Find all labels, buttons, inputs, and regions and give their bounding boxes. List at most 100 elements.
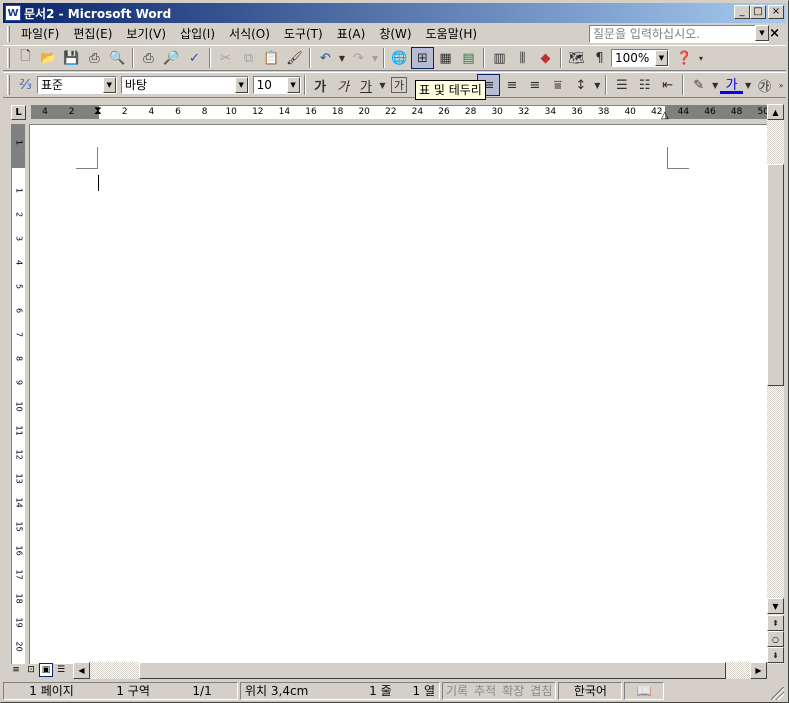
toolbar-options-icon[interactable]: ▾ — [696, 47, 706, 69]
character-border-button[interactable]: 가 — [390, 77, 408, 93]
web-layout-view-icon[interactable]: ⊡ — [24, 663, 38, 677]
status-track-changes[interactable]: 추적 — [471, 683, 499, 701]
italic-button[interactable]: 가 — [332, 74, 355, 96]
underline-dropdown-icon[interactable]: ▼ — [378, 74, 388, 96]
next-page-button[interactable]: ⇟ — [767, 647, 784, 663]
close-document-button[interactable]: × — [769, 26, 780, 41]
resize-grip-icon[interactable] — [771, 687, 784, 700]
bullets-icon[interactable]: ☷ — [633, 74, 656, 96]
scroll-up-button[interactable]: ▲ — [767, 104, 784, 120]
style-select[interactable]: 표준 ▼ — [36, 76, 117, 94]
document-map-icon[interactable]: 🗺 — [565, 47, 588, 69]
font-dropdown-icon[interactable]: ▼ — [234, 77, 248, 93]
paste-icon[interactable]: 📋 — [260, 47, 283, 69]
zoom-dropdown-icon[interactable]: ▼ — [655, 50, 668, 66]
vertical-ruler[interactable]: 1 1 2 3 4 5 6 7 8 9 10 11 12 13 14 15 16 17 18 19 20 — [11, 124, 25, 664]
horizontal-scroll-thumb[interactable] — [139, 662, 726, 679]
style-dropdown-icon[interactable]: ▼ — [102, 77, 116, 93]
font-size-dropdown-icon[interactable]: ▼ — [286, 77, 300, 93]
new-document-icon[interactable]: 🗋 — [14, 47, 37, 69]
columns-icon[interactable]: ▥ — [488, 47, 511, 69]
status-extend[interactable]: 확장 — [499, 683, 527, 701]
status-language[interactable]: 한국어 — [558, 682, 623, 700]
font-select[interactable]: 바탕 ▼ — [120, 76, 249, 94]
select-browse-object-button[interactable]: ○ — [767, 631, 784, 647]
permission-icon[interactable]: ⎙ — [83, 47, 106, 69]
decrease-indent-icon[interactable]: ⇤ — [656, 74, 679, 96]
highlight-dropdown-icon[interactable]: ▼ — [710, 74, 720, 96]
formatting-toolbar-grip[interactable] — [7, 75, 10, 95]
insert-excel-icon[interactable]: ▤ — [457, 47, 480, 69]
menu-window[interactable]: 창(W) — [372, 25, 418, 43]
menu-tools[interactable]: 도구(T) — [277, 25, 330, 43]
previous-page-button[interactable]: ⇞ — [767, 615, 784, 631]
menu-format[interactable]: 서식(O) — [222, 25, 277, 43]
print-layout-view-icon[interactable]: ▣ — [39, 663, 53, 677]
menu-edit[interactable]: 편집(E) — [66, 25, 119, 43]
print-icon[interactable]: ⎙ — [137, 47, 160, 69]
underline-button[interactable]: 가 — [355, 74, 378, 96]
vertical-scrollbar[interactable]: ▲ ▼ ⇞ ○ ⇟ — [767, 104, 784, 664]
status-record-macro[interactable]: 기록 — [443, 683, 471, 701]
toolbar-overflow-icon[interactable]: » — [776, 74, 786, 96]
tab-selector[interactable]: L — [11, 105, 26, 120]
styles-and-formatting-icon[interactable]: ⅔ — [14, 74, 37, 96]
scroll-right-button[interactable]: ▶ — [750, 662, 767, 679]
print-preview-alt-icon[interactable]: 🔍 — [106, 47, 129, 69]
status-overtype[interactable]: 겹침 — [527, 683, 555, 701]
font-size-select[interactable]: 10 ▼ — [252, 76, 301, 94]
redo-dropdown-icon[interactable]: ▼ — [370, 47, 380, 69]
menubar-grip[interactable] — [7, 26, 10, 42]
undo-icon[interactable]: ↶ — [314, 47, 337, 69]
align-center-icon[interactable]: ≡ — [500, 74, 523, 96]
cut-icon[interactable]: ✂ — [214, 47, 237, 69]
menu-view[interactable]: 보기(V) — [119, 25, 173, 43]
outline-view-icon[interactable]: ☰ — [54, 663, 68, 677]
bold-button[interactable]: 가 — [309, 74, 332, 96]
spelling-status-icon[interactable]: 📖 — [624, 682, 665, 700]
font-color-button[interactable]: 가 — [720, 76, 744, 94]
standard-toolbar-grip[interactable] — [7, 48, 10, 68]
highlight-icon[interactable]: ✎ — [687, 74, 710, 96]
horizontal-ruler[interactable]: ⧗ △ 4 2 2 4 6 8 10 12 14 16 18 20 22 24 26 28 30 32 34 36 38… — [31, 104, 769, 121]
format-painter-icon[interactable]: 🖌 — [283, 47, 306, 69]
title-bar[interactable]: W 문서2 - Microsoft Word _ □ × — [3, 3, 786, 23]
zoom-select[interactable]: 100% ▼ — [611, 49, 669, 67]
indent-markers-icon[interactable]: ⧗ — [94, 104, 102, 118]
align-right-icon[interactable]: ≡ — [523, 74, 546, 96]
ask-question-input[interactable]: 질문을 입력하십시오. — [589, 25, 769, 43]
distributed-icon[interactable]: ⩸ — [546, 74, 569, 96]
open-icon[interactable]: 📂 — [37, 47, 60, 69]
enclosed-character-icon[interactable]: ㉮ — [753, 74, 776, 96]
document-page[interactable] — [29, 124, 767, 664]
help-icon[interactable]: ❓ — [673, 47, 696, 69]
scroll-left-button[interactable]: ◀ — [73, 662, 90, 679]
print-preview-icon[interactable]: 🔎 — [160, 47, 183, 69]
insert-table-icon[interactable]: ▦ — [434, 47, 457, 69]
menu-file[interactable]: 파일(F) — [14, 25, 66, 43]
numbering-icon[interactable]: ☰ — [610, 74, 633, 96]
status-position-area[interactable]: 위치 3,4cm 1 줄 1 열 — [240, 682, 440, 700]
status-page-section[interactable]: 1 페이지 1 구역 1/1 — [3, 682, 238, 700]
drawing-shapes-icon[interactable]: ◆ — [534, 47, 557, 69]
minimize-button[interactable]: _ — [734, 5, 750, 19]
spelling-icon[interactable]: ✓ — [183, 47, 206, 69]
word-app-icon[interactable]: W — [5, 5, 21, 21]
menu-table[interactable]: 표(A) — [330, 25, 373, 43]
horizontal-scrollbar[interactable]: ◀ ▶ — [73, 662, 767, 679]
line-spacing-dropdown-icon[interactable]: ▼ — [592, 74, 602, 96]
copy-icon[interactable]: ⧉ — [237, 47, 260, 69]
close-button[interactable]: × — [768, 5, 784, 19]
scroll-down-button[interactable]: ▼ — [767, 598, 784, 614]
font-color-dropdown-icon[interactable]: ▼ — [743, 74, 753, 96]
save-icon[interactable]: 💾 — [60, 47, 83, 69]
drawing-icon[interactable]: ⫼ — [511, 47, 534, 69]
redo-icon[interactable]: ↷ — [347, 47, 370, 69]
vertical-scroll-thumb[interactable] — [767, 164, 784, 386]
undo-dropdown-icon[interactable]: ▼ — [337, 47, 347, 69]
menu-help[interactable]: 도움말(H) — [419, 25, 485, 43]
show-hide-icon[interactable]: ¶ — [588, 47, 611, 69]
normal-view-icon[interactable]: ≡ — [9, 663, 23, 677]
line-spacing-icon[interactable]: ↕ — [569, 74, 592, 96]
menu-insert[interactable]: 삽입(I) — [173, 25, 222, 43]
